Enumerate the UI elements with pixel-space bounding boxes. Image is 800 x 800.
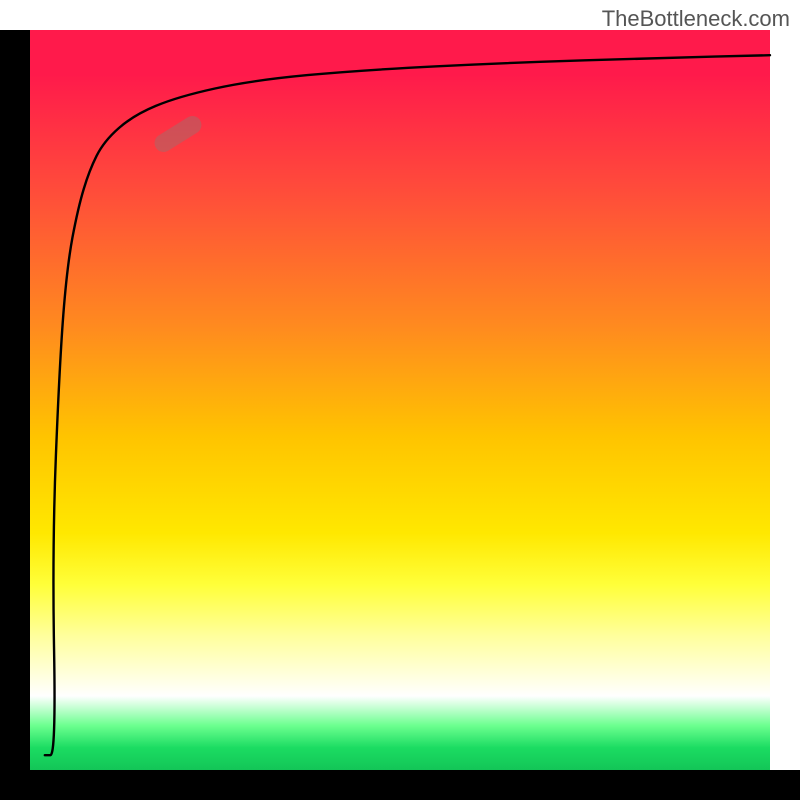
bottleneck-curve-svg [30,30,770,770]
attribution-text: TheBottleneck.com [602,6,790,32]
x-axis-band [0,770,800,800]
bottleneck-curve-path [45,55,770,755]
y-axis-band [0,30,30,770]
